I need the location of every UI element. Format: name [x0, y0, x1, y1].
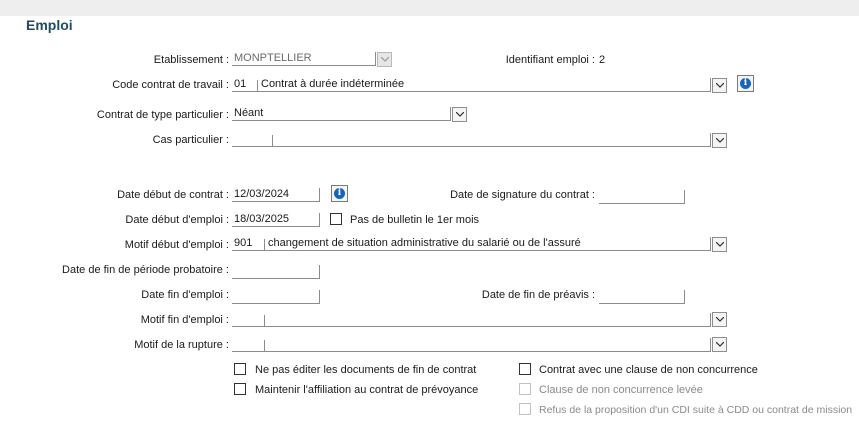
motif-rupture-label: Motif de la rupture : — [134, 339, 229, 351]
date-fin-probatoire-field[interactable] — [232, 265, 320, 279]
clause-non-concurrence-label: Contrat avec une clause de non concurren… — [539, 364, 758, 376]
top-bar — [0, 0, 859, 16]
clause-non-concurrence-checkbox[interactable] — [519, 363, 531, 375]
identifiant-label: Identifiant emploi : — [505, 54, 595, 66]
date-debut-emploi-field[interactable]: 18/03/2025 — [232, 213, 320, 227]
code-contrat-label: Code contrat de travail : — [112, 79, 229, 91]
maintenir-affiliation-label: Maintenir l'affiliation au contrat de pr… — [255, 384, 479, 396]
etablissement-dropdown-button — [377, 52, 392, 67]
code-contrat-field[interactable]: 01 Contrat à durée indéterminée — [232, 78, 711, 92]
code-contrat-dropdown-button[interactable] — [712, 78, 727, 93]
chevron-down-icon — [716, 342, 724, 347]
motif-debut-desc: changement de situation administrative d… — [268, 237, 581, 249]
info-icon: i — [334, 188, 345, 199]
motif-debut-label: Motif début d'emploi : — [124, 239, 229, 251]
refus-cdi-checkbox — [519, 403, 531, 415]
etablissement-field: MONPTELLIER — [232, 52, 376, 66]
motif-fin-field[interactable] — [232, 313, 711, 327]
chevron-down-icon — [716, 242, 724, 247]
date-fin-preavis-label: Date de fin de préavis : — [481, 289, 595, 301]
identifiant-value: 2 — [599, 54, 606, 66]
chevron-down-icon — [716, 317, 724, 322]
contrat-particulier-label: Contrat de type particulier : — [96, 109, 229, 121]
motif-rupture-field[interactable] — [232, 338, 711, 352]
date-fin-emploi-label: Date fin d'emploi : — [141, 289, 229, 301]
date-signature-field[interactable] — [599, 190, 685, 204]
clause-levee-label: Clause de non concurrence levée — [539, 384, 703, 396]
motif-fin-separator — [264, 315, 265, 327]
code-contrat-code: 01 — [234, 78, 247, 90]
chevron-down-icon — [716, 83, 724, 88]
date-fin-probatoire-label: Date de fin de période probatoire : — [62, 264, 229, 276]
chevron-down-icon — [381, 57, 389, 62]
date-debut-emploi-label: Date début d'emploi : — [125, 214, 229, 226]
clause-levee-checkbox — [519, 383, 531, 395]
date-debut-contrat-value: 12/03/2024 — [234, 188, 290, 200]
info-icon: i — [740, 78, 751, 89]
motif-debut-field[interactable]: 901 changement de situation administrati… — [232, 237, 711, 251]
etablissement-value: MONPTELLIER — [234, 52, 312, 64]
maintenir-affiliation-checkbox[interactable] — [234, 383, 246, 395]
date-fin-preavis-field[interactable] — [599, 290, 685, 304]
chevron-down-icon — [456, 112, 464, 117]
contrat-particulier-value: Néant — [234, 107, 264, 119]
cas-particulier-dropdown-button[interactable] — [712, 133, 727, 148]
code-contrat-desc: Contrat à durée indéterminée — [261, 78, 405, 90]
motif-debut-separator — [264, 239, 265, 251]
motif-debut-dropdown-button[interactable] — [712, 237, 727, 252]
date-signature-label: Date de signature du contrat : — [450, 189, 595, 201]
section-title: Emploi — [26, 17, 73, 33]
refus-cdi-label: Refus de la proposition d'un CDI suite à… — [539, 404, 853, 416]
date-debut-contrat-info-button[interactable]: i — [331, 185, 348, 202]
date-debut-emploi-value: 18/03/2025 — [234, 213, 290, 225]
cas-particulier-separator — [272, 135, 273, 147]
motif-rupture-separator — [264, 340, 265, 352]
date-debut-contrat-label: Date début de contrat : — [117, 189, 229, 201]
chevron-down-icon — [716, 138, 724, 143]
code-contrat-info-button[interactable]: i — [737, 75, 754, 92]
cas-particulier-field[interactable] — [232, 133, 711, 147]
cas-particulier-label: Cas particulier : — [152, 134, 229, 146]
code-contrat-separator — [257, 80, 258, 92]
ne-pas-editer-label: Ne pas éditer les documents de fin de co… — [255, 364, 477, 376]
date-debut-contrat-field[interactable]: 12/03/2024 — [232, 188, 320, 202]
motif-fin-label: Motif fin d'emploi : — [140, 314, 229, 326]
contrat-particulier-dropdown-button[interactable] — [452, 107, 467, 122]
motif-debut-code: 901 — [234, 237, 253, 249]
motif-fin-dropdown-button[interactable] — [712, 312, 727, 327]
motif-rupture-dropdown-button[interactable] — [712, 337, 727, 352]
etablissement-label: Etablissement : — [153, 54, 229, 66]
pas-bulletin-checkbox[interactable] — [330, 213, 342, 225]
contrat-particulier-field[interactable]: Néant — [232, 107, 451, 121]
date-fin-emploi-field[interactable] — [232, 290, 320, 304]
pas-bulletin-label: Pas de bulletin le 1er mois — [350, 214, 480, 226]
ne-pas-editer-checkbox[interactable] — [234, 363, 246, 375]
